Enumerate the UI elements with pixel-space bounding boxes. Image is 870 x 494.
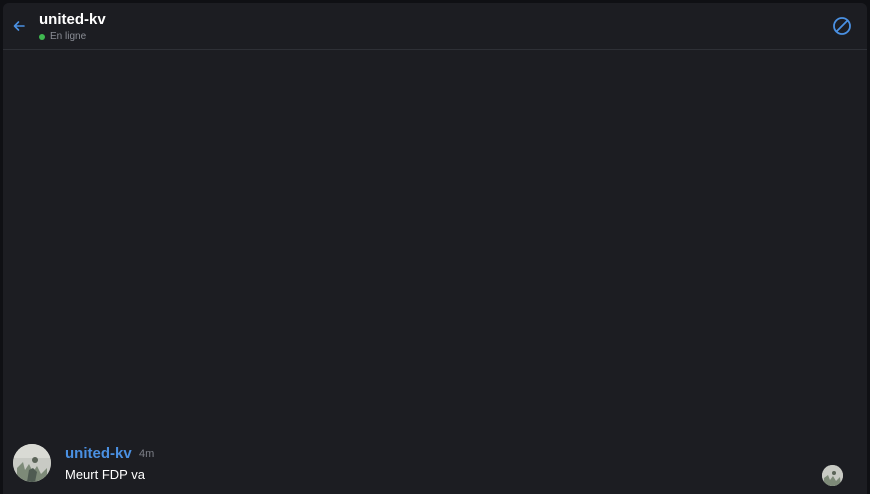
chat-title: united-kv bbox=[39, 11, 106, 28]
message-text: Meurt FDP va bbox=[65, 467, 145, 482]
online-dot-icon bbox=[39, 34, 45, 40]
arrow-left-icon bbox=[13, 21, 25, 31]
status-text: En ligne bbox=[50, 31, 87, 42]
message-item: united-kv 4m Meurt FDP va bbox=[13, 444, 853, 488]
block-user-button[interactable] bbox=[831, 15, 853, 37]
message-list: united-kv 4m Meurt FDP va bbox=[3, 50, 867, 494]
message-timestamp: 4m bbox=[139, 448, 155, 460]
read-receipt-avatar bbox=[822, 465, 843, 486]
avatar[interactable] bbox=[13, 444, 51, 482]
avatar-image-icon bbox=[13, 444, 51, 482]
read-receipt-image-icon bbox=[822, 465, 843, 486]
back-button[interactable] bbox=[9, 16, 29, 36]
presence-status: En ligne bbox=[39, 31, 86, 43]
message-author[interactable]: united-kv bbox=[65, 445, 132, 463]
block-icon bbox=[833, 17, 851, 35]
chat-header: united-kv En ligne bbox=[3, 3, 867, 50]
chat-window: united-kv En ligne united-kv 4m Meurt FD… bbox=[3, 3, 867, 494]
